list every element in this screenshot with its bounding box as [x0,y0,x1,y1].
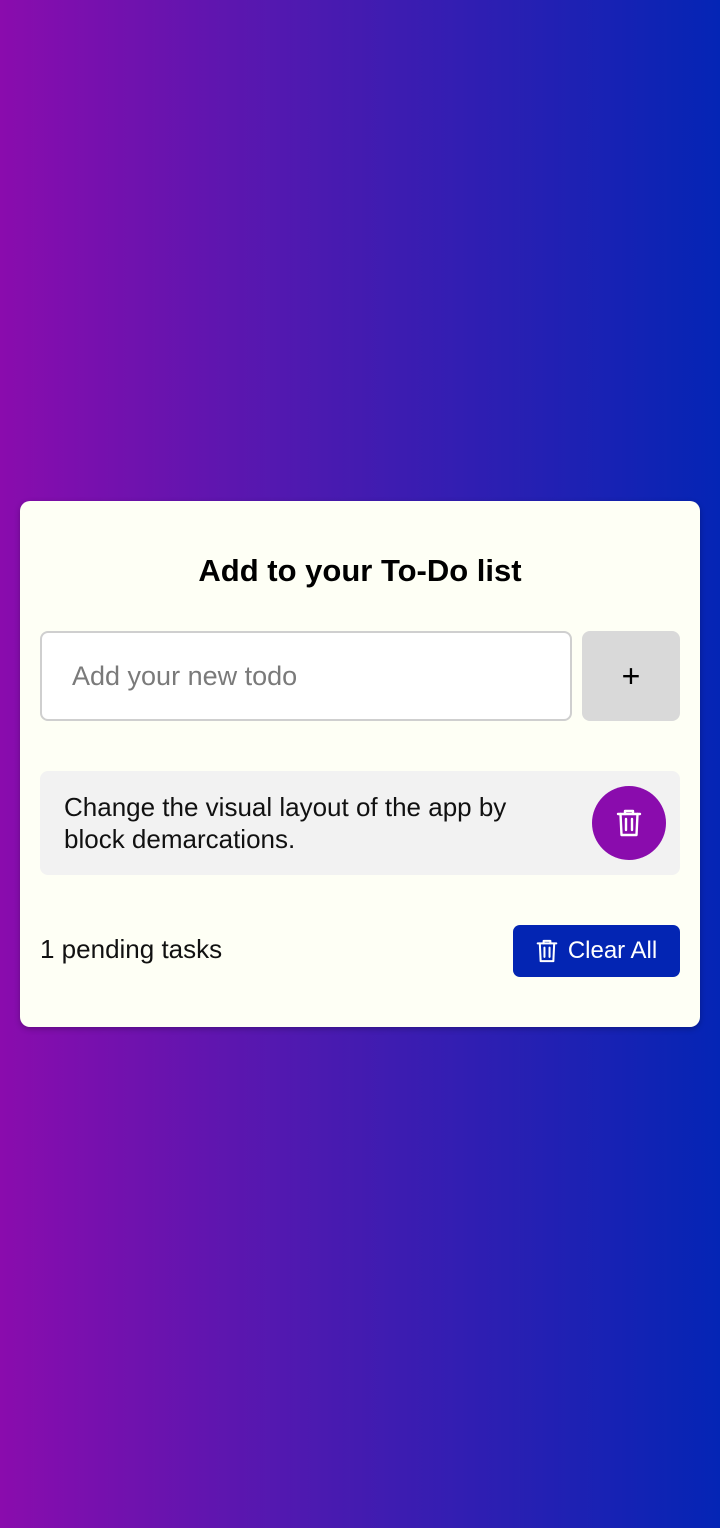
delete-todo-button[interactable] [592,786,666,860]
trash-icon [616,808,642,838]
todo-list: Change the visual layout of the app by b… [40,771,680,875]
add-todo-button[interactable]: + [582,631,680,721]
todo-text: Change the visual layout of the app by b… [64,792,507,854]
new-todo-input[interactable] [40,631,572,721]
add-button-label: + [621,657,641,694]
pending-tasks-count: 1 pending tasks [40,934,223,964]
trash-icon [536,938,558,964]
page-title: Add to your To-Do list [198,553,522,588]
clear-all-button[interactable]: Clear All [513,925,680,977]
clear-all-label: Clear All [567,937,658,964]
list-item: Change the visual layout of the app by b… [40,771,680,875]
todo-card: Add to your To-Do list + Change the visu… [20,501,700,1027]
